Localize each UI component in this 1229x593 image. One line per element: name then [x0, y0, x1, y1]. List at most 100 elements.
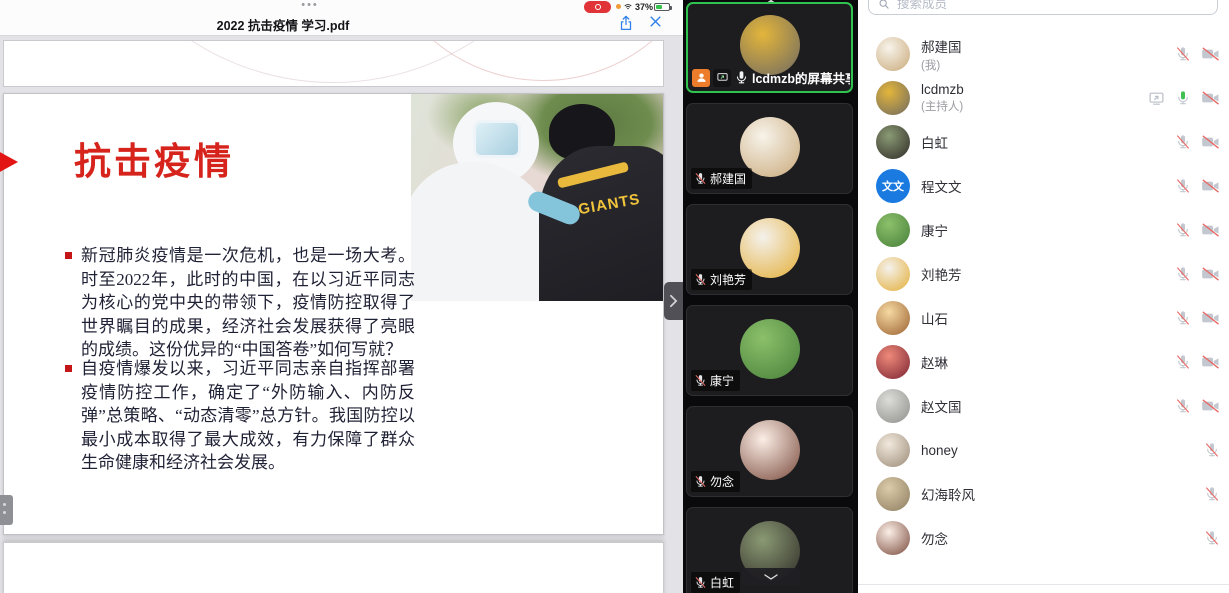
- member-search[interactable]: [868, 0, 1218, 15]
- participant-status-icons: [1204, 486, 1220, 502]
- camera-toggle-icon[interactable]: [1201, 222, 1220, 238]
- search-input[interactable]: [897, 0, 1208, 11]
- participant-row[interactable]: 文文 程文文: [858, 164, 1229, 208]
- camera-toggle-icon[interactable]: [1201, 398, 1220, 414]
- participant-row[interactable]: 郝建国 (我): [858, 32, 1229, 76]
- participant-row[interactable]: 刘艳芳: [858, 252, 1229, 296]
- participant-row[interactable]: 赵琳: [858, 340, 1229, 384]
- pdf-title: 2022 抗击疫情 学习.pdf: [153, 15, 413, 34]
- mic-toggle-icon[interactable]: [1175, 178, 1191, 194]
- avatar: [876, 213, 910, 247]
- participant-status-icons: [1175, 134, 1220, 150]
- avatar: [876, 521, 910, 555]
- mic-toggle-icon[interactable]: [1175, 266, 1191, 282]
- slide-photo: GIANTS: [411, 94, 664, 301]
- camera-toggle-icon[interactable]: [1201, 310, 1220, 326]
- active-speaker-badge-icon: [692, 69, 710, 87]
- participant-name: 白虹: [921, 132, 948, 152]
- search-icon: [878, 0, 891, 11]
- participant-row[interactable]: honey: [858, 428, 1229, 472]
- avatar: [876, 477, 910, 511]
- avatar: [740, 319, 800, 379]
- participant-names: honey: [921, 443, 958, 458]
- pdf-topbar: ••• 2022 抗击疫情 学习.pdf 37%: [0, 0, 683, 36]
- mic-toggle-icon[interactable]: [1175, 90, 1191, 106]
- export-share-button[interactable]: [617, 14, 635, 32]
- camera-toggle-icon[interactable]: [1201, 46, 1220, 62]
- participant-row[interactable]: lcdmzb (主持人): [858, 76, 1229, 120]
- participant-name: 赵琳: [921, 352, 948, 372]
- participants-panel: 郝建国 (我) lcdmzb (主持人): [858, 0, 1229, 593]
- participant-row[interactable]: 白虹: [858, 120, 1229, 164]
- participant-name: 山石: [921, 308, 948, 328]
- video-tile[interactable]: 勿念: [686, 406, 853, 497]
- participant-status-icons: [1204, 530, 1220, 546]
- participant-status-icons: [1175, 266, 1220, 282]
- mic-toggle-icon[interactable]: [1175, 46, 1191, 62]
- close-button[interactable]: [648, 14, 663, 29]
- avatar: [740, 420, 800, 480]
- participant-name: 程文文: [921, 176, 962, 196]
- participant-list: 郝建国 (我) lcdmzb (主持人): [858, 32, 1229, 560]
- slide-arrow-decoration: [0, 151, 18, 173]
- mic-toggle-icon[interactable]: [1175, 134, 1191, 150]
- bullet-square-icon: [65, 365, 72, 372]
- video-tile[interactable]: 康宁: [686, 305, 853, 396]
- camera-toggle-icon[interactable]: [1201, 178, 1220, 194]
- participant-names: 幻海聆风: [921, 484, 975, 504]
- tile-label-bar: 郝建国: [691, 168, 752, 189]
- camera-toggle-icon[interactable]: [1201, 134, 1220, 150]
- participant-row[interactable]: 勿念: [858, 516, 1229, 560]
- annotation-tab[interactable]: [0, 495, 13, 525]
- mic-toggle-icon[interactable]: [1204, 530, 1220, 546]
- tile-label-bar: lcdmzb的屏幕共享: [692, 68, 850, 87]
- scroll-down-indicator[interactable]: [742, 568, 800, 585]
- participant-name: lcdmzb: [921, 82, 964, 97]
- participant-names: 山石: [921, 308, 948, 328]
- pdf-page-previous: [3, 40, 664, 87]
- video-tile[interactable]: lcdmzb的屏幕共享: [686, 2, 853, 93]
- strip-expand-handle[interactable]: [664, 282, 683, 320]
- photo-ppe-suit: [411, 162, 555, 301]
- participant-names: 赵琳: [921, 352, 948, 372]
- avatar: 文文: [876, 169, 910, 203]
- tile-label-bar: 白虹: [691, 572, 740, 593]
- mic-toggle-icon[interactable]: [1175, 222, 1191, 238]
- participant-status-icons: [1175, 310, 1220, 326]
- mic-icon: [734, 70, 749, 85]
- video-tile[interactable]: 刘艳芳: [686, 204, 853, 295]
- mic-toggle-icon[interactable]: [1204, 486, 1220, 502]
- avatar: [876, 81, 910, 115]
- avatar: [876, 257, 910, 291]
- drag-handle-dots[interactable]: •••: [288, 0, 332, 10]
- participant-names: 赵文国: [921, 396, 962, 416]
- camera-toggle-icon[interactable]: [1201, 266, 1220, 282]
- participant-names: 白虹: [921, 132, 948, 152]
- video-tile[interactable]: 郝建国: [686, 103, 853, 194]
- participant-status-icons: [1175, 46, 1220, 62]
- camera-toggle-icon[interactable]: [1201, 90, 1220, 106]
- participant-role: (我): [921, 57, 962, 73]
- photo-face-shield: [473, 120, 521, 158]
- mic-toggle-icon[interactable]: [1175, 310, 1191, 326]
- participant-status-icons: [1175, 222, 1220, 238]
- participant-name: 刘艳芳: [921, 264, 962, 284]
- slide-bullet-text: 自疫情爆发以来，习近平同志亲自指挥部署疫情防控工作，确定了“外防输入、内防反弹”…: [81, 357, 415, 475]
- screen-sharing-icon: [1148, 90, 1165, 107]
- participant-row[interactable]: 山石: [858, 296, 1229, 340]
- tile-name-label: lcdmzb的屏幕共享: [752, 68, 850, 87]
- mic-icon: [694, 475, 707, 488]
- participant-row[interactable]: 幻海聆风: [858, 472, 1229, 516]
- participant-row[interactable]: 赵文国: [858, 384, 1229, 428]
- mic-toggle-icon[interactable]: [1175, 354, 1191, 370]
- mic-icon: [694, 374, 707, 387]
- wifi-icon: [623, 2, 633, 11]
- participant-names: lcdmzb (主持人): [921, 82, 964, 114]
- participant-row[interactable]: 康宁: [858, 208, 1229, 252]
- participant-role: (主持人): [921, 98, 964, 114]
- mic-toggle-icon[interactable]: [1175, 398, 1191, 414]
- mic-toggle-icon[interactable]: [1204, 442, 1220, 458]
- participant-names: 康宁: [921, 220, 948, 240]
- tile-name-label: 康宁: [710, 372, 734, 389]
- camera-toggle-icon[interactable]: [1201, 354, 1220, 370]
